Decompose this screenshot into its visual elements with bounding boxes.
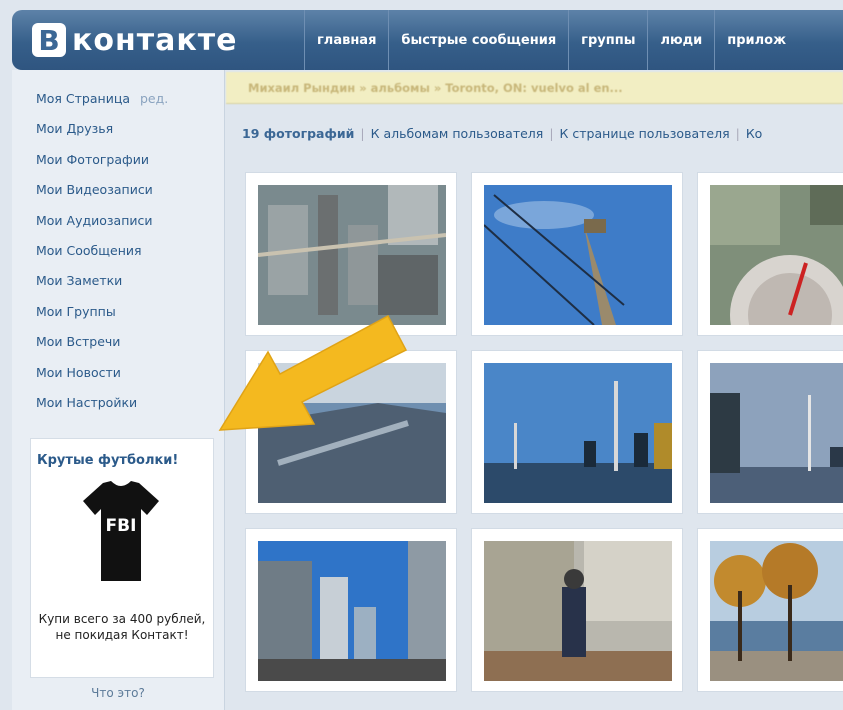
album-toolbar: 19 фотографий | К альбомам пользователя | К … <box>242 126 762 141</box>
photo-count: 19 фотографий <box>242 126 355 141</box>
header-bar: В контакте главная быстрые сообщения гру… <box>12 10 843 70</box>
photo-thumb[interactable] <box>471 528 683 692</box>
lakeshore-trees-icon[interactable] <box>710 541 843 681</box>
sidebar-item-news[interactable]: Мои Новости <box>36 358 224 388</box>
nav-apps[interactable]: прилож <box>714 10 798 70</box>
ad-title[interactable]: Крутые футболки! <box>37 453 178 468</box>
nav-quick-messages[interactable]: быстрые сообщения <box>388 10 568 70</box>
top-nav: главная быстрые сообщения группы люди пр… <box>304 10 798 70</box>
header: В контакте главная быстрые сообщения гру… <box>0 0 843 70</box>
whatis-link[interactable]: Что это? <box>12 686 224 700</box>
photo-thumb[interactable] <box>471 350 683 514</box>
sidebar: Моя Страница ред. Мои Друзья Мои Фотограф… <box>12 70 225 710</box>
nav-home[interactable]: главная <box>304 10 388 70</box>
link-user-page[interactable]: К странице пользователя <box>560 126 730 141</box>
shirt-text: FBI <box>106 516 137 536</box>
sidebar-item-my-page[interactable]: Моя Страница ред. <box>36 84 224 114</box>
tshirt-icon[interactable]: FBI <box>81 479 161 583</box>
logo[interactable]: В контакте <box>32 22 237 58</box>
ad-text[interactable]: Купи всего за 400 рублей, не покидая Кон… <box>35 611 209 643</box>
breadcrumb[interactable]: Михаил Рындин » альбомы » Toronto, ON: v… <box>226 72 843 104</box>
sidebar-item-audio[interactable]: Мои Аудиозаписи <box>36 206 224 236</box>
sidebar-item-events[interactable]: Мои Встречи <box>36 327 224 357</box>
photo-thumb[interactable] <box>471 172 683 336</box>
separator: | <box>360 126 365 141</box>
nav-people[interactable]: люди <box>647 10 714 70</box>
sidebar-item-groups[interactable]: Мои Группы <box>36 297 224 327</box>
condo-towers-icon[interactable] <box>258 541 446 681</box>
toronto-skyline-icon[interactable] <box>484 363 672 503</box>
yellow-arrow-icon <box>218 314 408 431</box>
sidebar-item-videos[interactable]: Мои Видеозаписи <box>36 175 224 205</box>
separator: | <box>549 126 554 141</box>
nav-groups[interactable]: группы <box>568 10 647 70</box>
cn-tower-sky-icon[interactable] <box>484 185 672 325</box>
photo-thumb[interactable] <box>697 528 843 692</box>
sidebar-item-label[interactable]: Моя Страница <box>36 91 130 106</box>
sidebar-item-photos[interactable]: Мои Фотографии <box>36 145 224 175</box>
sidebar-item-settings[interactable]: Мои Настройки <box>36 388 224 418</box>
sidebar-menu: Моя Страница ред. Мои Друзья Мои Фотограф… <box>12 70 224 418</box>
sidebar-item-friends[interactable]: Мои Друзья <box>36 114 224 144</box>
separator: | <box>735 126 740 141</box>
link-user-albums[interactable]: К альбомам пользователя <box>371 126 544 141</box>
sidebar-item-messages[interactable]: Мои Сообщения <box>36 236 224 266</box>
link-more[interactable]: Ко <box>746 126 763 141</box>
sidebar-item-notes[interactable]: Мои Заметки <box>36 266 224 296</box>
photo-thumb[interactable] <box>697 350 843 514</box>
photo-thumb[interactable] <box>697 172 843 336</box>
cn-tower-top-down-icon[interactable] <box>710 185 843 325</box>
ad-banner[interactable]: Крутые футболки! FBI Купи всего за 400 р… <box>30 438 214 678</box>
logo-letter: В <box>32 23 66 57</box>
skyline-dusk-icon[interactable] <box>710 363 843 503</box>
photo-thumb[interactable] <box>245 528 457 692</box>
person-by-building-icon[interactable] <box>484 541 672 681</box>
edit-link[interactable]: ред. <box>140 91 168 106</box>
aerial-city-view-icon[interactable] <box>258 185 446 325</box>
logo-text: контакте <box>72 22 238 58</box>
